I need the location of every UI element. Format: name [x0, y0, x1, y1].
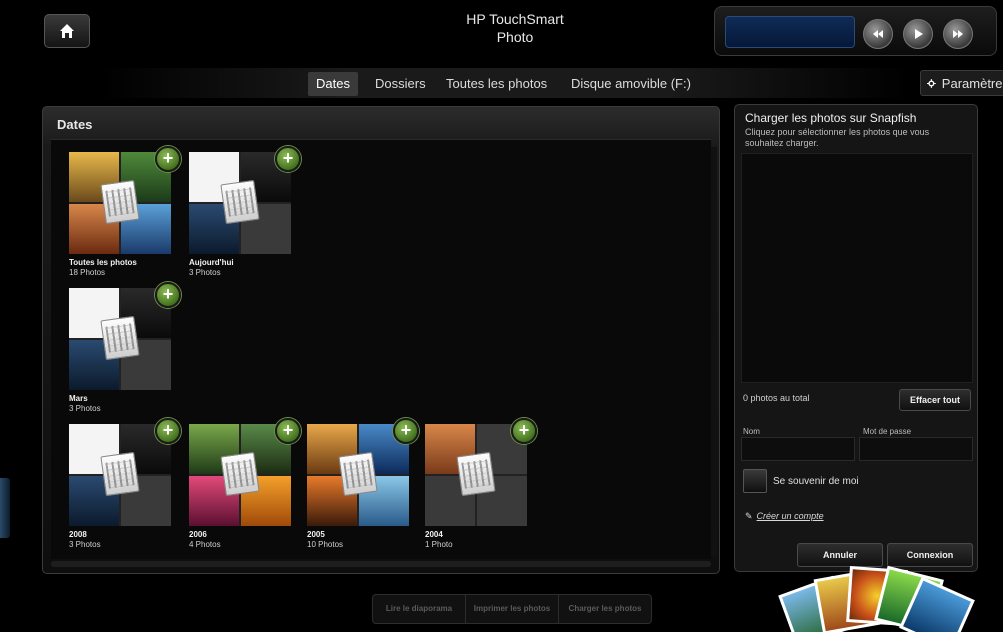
remember-me-checkbox[interactable]: [743, 469, 767, 493]
media-display: [725, 16, 855, 48]
upload-hint: Cliquez pour sélectionner les photos que…: [745, 127, 930, 148]
tile-count: 4 Photos: [189, 540, 221, 549]
add-tile-button[interactable]: +: [275, 146, 301, 172]
thumbnail: [69, 288, 171, 390]
tile-count: 1 Photo: [425, 540, 453, 549]
add-tile-button[interactable]: +: [393, 418, 419, 444]
thumbnail: [69, 152, 171, 254]
create-account-link[interactable]: ✎ Créer un compte: [745, 511, 824, 522]
edit-icon: ✎: [745, 511, 753, 521]
media-control-panel: [714, 6, 997, 56]
thumbnail: [69, 424, 171, 526]
app-title-line1: HP TouchSmart: [466, 11, 564, 27]
date-tile-2006[interactable]: + 2006 4 Photos: [189, 418, 301, 564]
upload-photos-button[interactable]: Charger les photos: [559, 595, 651, 623]
upload-total-count: 0 photos au total: [743, 393, 810, 403]
clear-all-button[interactable]: Effacer tout: [899, 389, 971, 411]
tab-toutes-les-photos[interactable]: Toutes les photos: [438, 72, 555, 96]
dates-grid: + Toutes les photos 18 Photos + Aujourd'…: [51, 139, 711, 559]
name-label: Nom: [743, 427, 760, 436]
add-tile-button[interactable]: +: [155, 282, 181, 308]
thumbnail: [189, 424, 291, 526]
dates-panel-title: Dates: [57, 117, 93, 132]
upload-title: Charger les photos sur Snapfish: [745, 111, 917, 125]
snapfish-upload-panel: Charger les photos sur Snapfish Cliquez …: [734, 104, 978, 572]
thumbnail: [425, 424, 527, 526]
calendar-icon: [220, 451, 260, 497]
tab-dates[interactable]: Dates: [308, 72, 358, 96]
name-field[interactable]: [741, 437, 855, 461]
fast-forward-button[interactable]: [943, 19, 973, 49]
home-icon: [60, 24, 74, 38]
play-button[interactable]: [903, 19, 933, 49]
tile-title: Mars: [69, 394, 88, 403]
play-icon: [915, 29, 923, 39]
app-title-line2: Photo: [496, 29, 534, 45]
photo-actions-bar: Lire le diaporama Imprimer les photos Ch…: [372, 594, 652, 624]
password-label: Mot de passe: [863, 427, 912, 436]
tile-title: 2005: [307, 530, 325, 539]
rewind-button[interactable]: [863, 19, 893, 49]
date-tile-2005[interactable]: + 2005 10 Photos: [307, 418, 419, 564]
rewind-icon: [873, 30, 883, 38]
remember-me-label: Se souvenir de moi: [773, 476, 859, 487]
gear-icon: [927, 78, 936, 88]
slideshow-button[interactable]: Lire le diaporama: [373, 595, 466, 623]
tile-count: 3 Photos: [69, 404, 101, 413]
thumbnail: [307, 424, 409, 526]
tile-count: 10 Photos: [307, 540, 344, 549]
photo-stack-graphic: [778, 564, 982, 632]
add-tile-button[interactable]: +: [511, 418, 537, 444]
calendar-icon: [456, 451, 496, 497]
upload-drop-area[interactable]: [741, 153, 973, 383]
tile-title: 2004: [425, 530, 443, 539]
add-tile-button[interactable]: +: [155, 146, 181, 172]
calendar-icon: [338, 451, 378, 497]
thumbnail: [189, 152, 291, 254]
app-title: HP TouchSmart Photo: [440, 10, 590, 46]
dates-panel: Dates + Toutes les photos 18 Photos + Au…: [42, 106, 720, 574]
tile-title: 2008: [69, 530, 87, 539]
calendar-icon: [220, 179, 260, 225]
add-tile-button[interactable]: +: [155, 418, 181, 444]
tab-disque-amovible[interactable]: Disque amovible (F:): [563, 72, 699, 96]
date-tile-2004[interactable]: + 2004 1 Photo: [425, 418, 537, 564]
date-tile-2008[interactable]: + 2008 3 Photos: [69, 418, 181, 564]
side-edge-tab[interactable]: [0, 478, 10, 538]
vertical-scrollbar[interactable]: [711, 147, 717, 557]
date-tile-mars[interactable]: + Mars 3 Photos: [69, 282, 181, 428]
tile-count: 18 Photos: [69, 268, 106, 277]
tile-title: Toutes les photos: [69, 258, 137, 267]
tile-count: 3 Photos: [69, 540, 101, 549]
tile-count: 3 Photos: [189, 268, 221, 277]
password-field[interactable]: [859, 437, 973, 461]
date-tile-all-photos[interactable]: + Toutes les photos 18 Photos: [69, 146, 181, 292]
print-photos-button[interactable]: Imprimer les photos: [466, 595, 559, 623]
calendar-icon: [100, 451, 140, 497]
date-tile-today[interactable]: + Aujourd'hui 3 Photos: [189, 146, 301, 292]
home-button[interactable]: [44, 14, 90, 48]
calendar-icon: [100, 315, 140, 361]
horizontal-scrollbar[interactable]: [51, 561, 711, 567]
fast-forward-icon: [953, 30, 963, 38]
settings-button[interactable]: Paramètres: [920, 70, 1003, 96]
tile-title: Aujourd'hui: [189, 258, 234, 267]
calendar-icon: [100, 179, 140, 225]
settings-label: Paramètres: [941, 75, 1003, 91]
create-account-label: Créer un compte: [756, 511, 824, 521]
tab-dossiers[interactable]: Dossiers: [367, 72, 434, 96]
tile-title: 2006: [189, 530, 207, 539]
add-tile-button[interactable]: +: [275, 418, 301, 444]
